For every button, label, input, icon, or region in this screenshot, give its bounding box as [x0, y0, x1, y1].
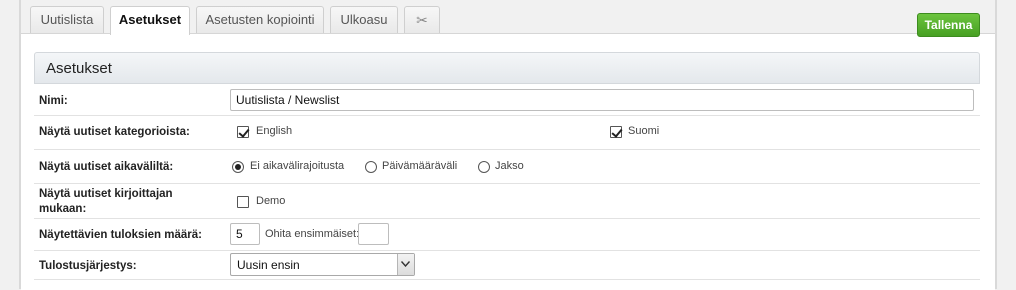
- order-select-value: Uusin ensin: [237, 258, 300, 272]
- name-row: Nimi: Uutislista / Newslist: [34, 84, 980, 116]
- author-demo-label: Demo: [256, 195, 286, 207]
- order-select[interactable]: Uusin ensin: [230, 253, 415, 276]
- tab-ulkoasu[interactable]: Ulkoasu: [330, 6, 398, 33]
- frame-border-right: [995, 0, 997, 289]
- categories-row: Näytä uutiset kategorioista: English Suo…: [34, 116, 980, 150]
- author-row: Näytä uutiset kirjoittajan mukaan: Demo: [34, 184, 980, 219]
- timespan-daterange-label: Päivämääräväli: [382, 160, 458, 172]
- order-label: Tulostusjärjestys:: [39, 260, 137, 272]
- result-count-input[interactable]: 5: [230, 223, 260, 245]
- tab-scissors[interactable]: ✂: [404, 6, 440, 33]
- result-count-row: Näytettävien tuloksien määrä: 5 Ohita en…: [34, 219, 980, 251]
- categories-label: Näytä uutiset kategorioista:: [39, 126, 190, 138]
- author-label-line1: Näytä uutiset kirjoittajan: [39, 188, 173, 200]
- category-english-checkbox[interactable]: [237, 126, 249, 138]
- timespan-none-radio[interactable]: [232, 161, 244, 173]
- author-demo-checkbox[interactable]: [237, 196, 249, 208]
- category-suomi-label: Suomi: [628, 125, 660, 137]
- category-english-label: English: [256, 125, 293, 137]
- timespan-period-radio[interactable]: [478, 161, 490, 173]
- scissors-icon: ✂: [416, 12, 428, 28]
- tab-asetukset[interactable]: Asetukset: [110, 6, 190, 35]
- skip-input[interactable]: [358, 223, 389, 245]
- skip-label: Ohita ensimmäiset:: [265, 228, 360, 240]
- category-suomi-checkbox[interactable]: [610, 126, 622, 138]
- tab-asetusten-kopiointi[interactable]: Asetusten kopiointi: [196, 6, 324, 33]
- timespan-daterange-radio[interactable]: [365, 161, 377, 173]
- settings-panel: Asetukset Nimi: Uutislista / Newslist Nä…: [21, 33, 995, 290]
- section-title: Asetukset: [46, 60, 112, 77]
- section-header: Asetukset: [34, 52, 980, 84]
- timespan-period-label: Jakso: [495, 160, 524, 172]
- timespan-none-label: Ei aikavälirajoitusta: [250, 160, 345, 172]
- result-count-label: Näytettävien tuloksien määrä:: [39, 229, 202, 241]
- tab-uutislista[interactable]: Uutislista: [30, 6, 104, 33]
- name-label: Nimi:: [39, 95, 68, 107]
- author-label-line2: mukaan:: [39, 203, 87, 215]
- chevron-down-icon[interactable]: [397, 254, 414, 275]
- order-row: Tulostusjärjestys: Uusin ensin: [34, 251, 980, 280]
- timespan-label: Näytä uutiset aikaväliltä:: [39, 161, 174, 173]
- timespan-row: Näytä uutiset aikaväliltä: Ei aikavälira…: [34, 150, 980, 184]
- save-button[interactable]: Tallenna: [917, 13, 980, 37]
- name-input[interactable]: Uutislista / Newslist: [230, 89, 974, 111]
